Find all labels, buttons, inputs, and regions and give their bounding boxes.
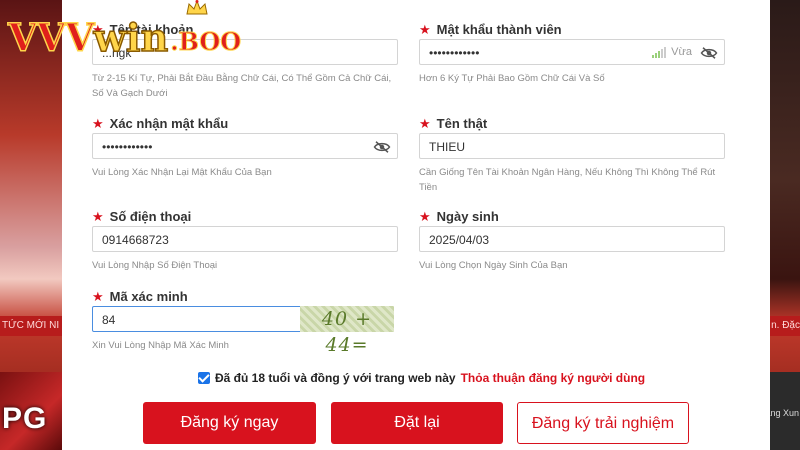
news-ticker-right: n. Đặc: [770, 316, 800, 336]
user-agreement-link[interactable]: Thỏa thuận đăng ký người dùng: [461, 371, 646, 385]
crown-icon: [186, 0, 208, 15]
phone-label: Số điện thoại: [109, 209, 192, 224]
password-field: ★ Mật khẩu thành viên •••••••••••• Vừa Hơ…: [419, 21, 725, 86]
required-star-icon: ★: [419, 116, 431, 131]
password-label: Mật khẩu thành viên: [436, 22, 562, 37]
username-hint: Từ 2-15 Kí Tự, Phải Bắt Đầu Bằng Chữ Cái…: [92, 73, 392, 99]
password-hint: Hơn 6 Ký Tự Phải Bao Gồm Chữ Cái Và Số: [419, 73, 605, 84]
phone-value: 0914668723: [102, 233, 169, 247]
birthday-value: 2025/04/03: [429, 233, 490, 247]
register-panel: ★ Tên tài khoản ...ngk Từ 2-15 Kí Tự, Phả…: [62, 0, 770, 450]
signal-bars-icon: [652, 46, 667, 58]
password-label-row: ★ Mật khẩu thành viên: [419, 21, 725, 39]
game-tile-left: PG: [0, 372, 62, 450]
agree-checkbox[interactable]: [198, 372, 210, 384]
trial-register-button[interactable]: Đăng ký trải nghiệm: [517, 402, 689, 444]
real-name-field: ★ Tên thật THIEU Cần Giống Tên Tài Khoản …: [419, 115, 725, 195]
confirm-password-input[interactable]: ••••••••••••: [92, 133, 398, 159]
game-tile-right-label: ăng Xun: [765, 408, 799, 418]
confirm-password-label: Xác nhận mật khẩu: [109, 116, 229, 131]
eye-slash-icon[interactable]: [700, 46, 718, 60]
captcha-value: 84: [102, 313, 116, 327]
agreement-text: Đã đủ 18 tuổi và đồng ý với trang web nà…: [215, 371, 456, 385]
password-strength: Vừa: [652, 40, 692, 64]
reset-button[interactable]: Đặt lại: [331, 402, 503, 444]
password-strength-label: Vừa: [671, 46, 692, 58]
captcha-label-row: ★ Mã xác minh: [92, 288, 398, 306]
birthday-hint: Vui Lòng Chọn Ngày Sinh Của Bạn: [419, 260, 568, 271]
captcha-input[interactable]: 84: [92, 306, 302, 332]
real-name-value: THIEU: [429, 140, 465, 154]
confirm-password-label-row: ★ Xác nhận mật khẩu: [92, 115, 398, 133]
phone-input[interactable]: 0914668723: [92, 226, 398, 252]
required-star-icon: ★: [419, 209, 431, 224]
birthday-input[interactable]: 2025/04/03: [419, 226, 725, 252]
password-input[interactable]: •••••••••••• Vừa: [419, 39, 725, 65]
logo-win: win: [93, 14, 169, 61]
confirm-password-value: ••••••••••••: [102, 140, 153, 154]
phone-field: ★ Số điện thoại 0914668723 Vui Lòng Nhập …: [92, 208, 398, 273]
phone-hint: Vui Lòng Nhập Số Điện Thoại: [92, 260, 218, 271]
eye-slash-icon[interactable]: [373, 140, 391, 154]
required-star-icon: ★: [419, 22, 431, 37]
captcha-row: 84 40 + 44=: [92, 306, 398, 356]
password-value: ••••••••••••: [429, 46, 480, 60]
agreement-row: Đã đủ 18 tuổi và đồng ý với trang web nà…: [198, 371, 645, 385]
real-name-label-row: ★ Tên thật: [419, 115, 725, 133]
logo-vvv: VVV: [7, 14, 95, 61]
real-name-input[interactable]: THIEU: [419, 133, 725, 159]
site-logo[interactable]: VVV win .BOO: [7, 10, 242, 61]
required-star-icon: ★: [92, 289, 104, 304]
logo-boo: .BOO: [170, 27, 242, 57]
phone-label-row: ★ Số điện thoại: [92, 208, 398, 226]
game-tile-right: ăng Xun: [765, 372, 800, 450]
birthday-label: Ngày sinh: [436, 209, 499, 224]
real-name-hint: Cần Giống Tên Tài Khoản Ngân Hàng, Nếu K…: [419, 167, 716, 193]
real-name-label: Tên thật: [436, 116, 488, 131]
news-ticker-left: TỨC MỚI NI: [0, 316, 64, 336]
register-now-button[interactable]: Đăng ký ngay: [143, 402, 316, 444]
game-tile-left-label: PG: [2, 402, 48, 435]
confirm-password-field: ★ Xác nhận mật khẩu •••••••••••• Vui Lòng…: [92, 115, 398, 180]
confirm-password-hint: Vui Lòng Xác Nhận Lại Mật Khẩu Của Bạn: [92, 167, 272, 178]
birthday-field: ★ Ngày sinh 2025/04/03 Vui Lòng Chọn Ngày…: [419, 208, 725, 273]
captcha-image[interactable]: 40 + 44=: [300, 306, 394, 356]
captcha-field: ★ Mã xác minh 84 40 + 44= Xin Vui Lòng Nh…: [92, 288, 398, 356]
required-star-icon: ★: [92, 209, 104, 224]
captcha-label: Mã xác minh: [109, 289, 188, 304]
birthday-label-row: ★ Ngày sinh: [419, 208, 725, 226]
required-star-icon: ★: [92, 116, 104, 131]
